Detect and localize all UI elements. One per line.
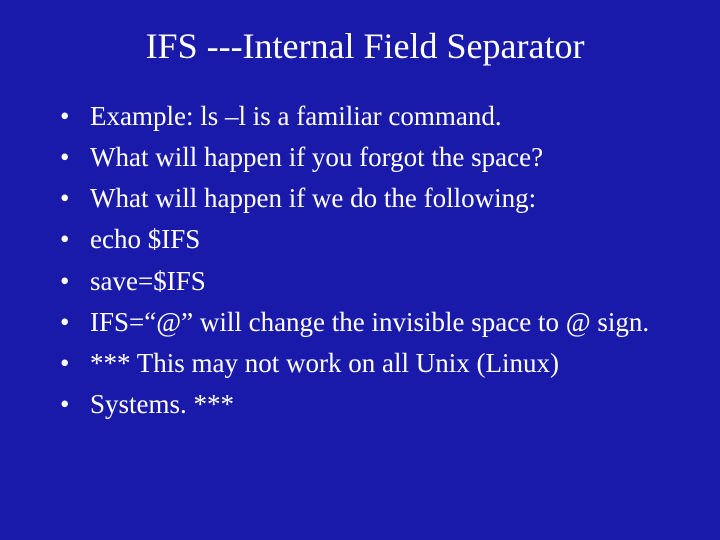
bullet-item: • IFS=“@” will change the invisible spac… (50, 303, 680, 342)
bullet-text: IFS=“@” will change the invisible space … (90, 307, 649, 337)
bullet-item: • Systems. *** (50, 385, 680, 424)
bullet-text: What will happen if we do the following: (90, 183, 536, 213)
bullet-item: • What will happen if you forgot the spa… (50, 138, 680, 177)
bullet-icon: • (60, 138, 69, 177)
bullet-text: Example: ls –l is a familiar command. (90, 101, 502, 131)
bullet-icon: • (60, 262, 69, 301)
bullet-text: Systems. *** (90, 389, 234, 419)
bullet-text: *** This may not work on all Unix (Linux… (90, 348, 559, 378)
bullet-list: • Example: ls –l is a familiar command. … (50, 97, 680, 424)
bullet-icon: • (60, 385, 69, 424)
bullet-icon: • (60, 344, 69, 383)
bullet-icon: • (60, 303, 69, 342)
bullet-text: save=$IFS (90, 266, 206, 296)
bullet-item: • echo $IFS (50, 220, 680, 259)
bullet-item: • What will happen if we do the followin… (50, 179, 680, 218)
bullet-item: • *** This may not work on all Unix (Lin… (50, 344, 680, 383)
bullet-icon: • (60, 220, 69, 259)
slide-title: IFS ---Internal Field Separator (50, 25, 680, 67)
bullet-icon: • (60, 97, 69, 136)
bullet-item: • save=$IFS (50, 262, 680, 301)
bullet-icon: • (60, 179, 69, 218)
bullet-text: echo $IFS (90, 224, 200, 254)
bullet-text: What will happen if you forgot the space… (90, 142, 543, 172)
bullet-item: • Example: ls –l is a familiar command. (50, 97, 680, 136)
